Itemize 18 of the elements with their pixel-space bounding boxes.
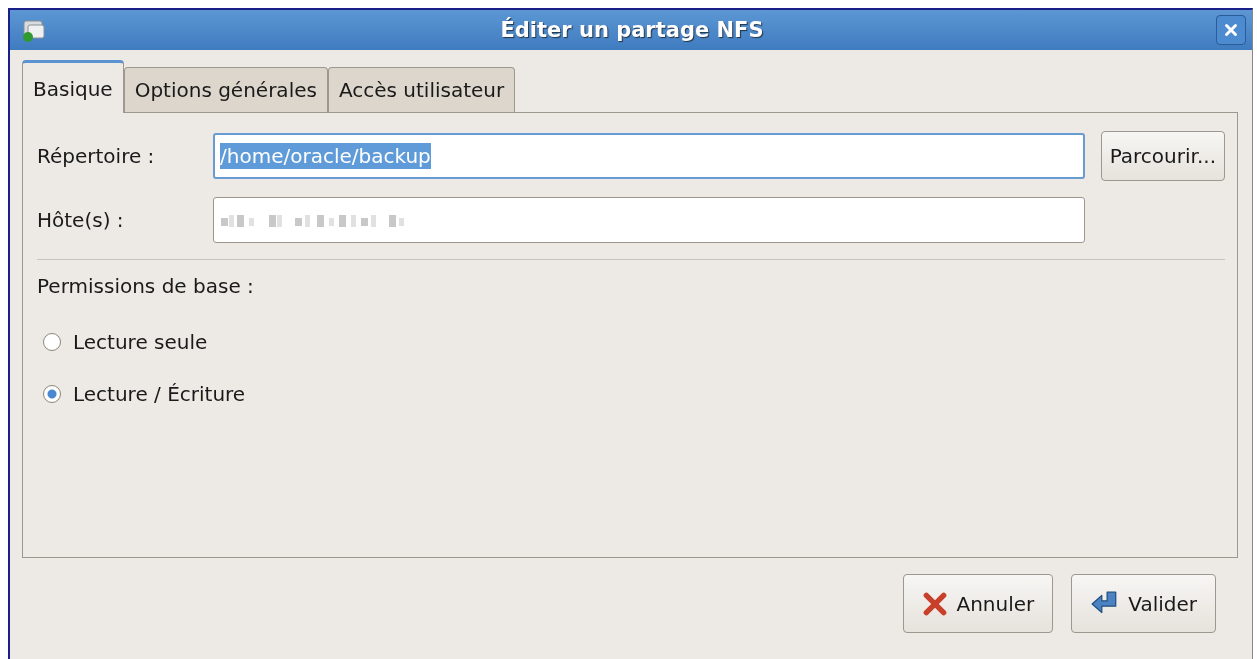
field-label: Répertoire :	[37, 144, 156, 168]
cancel-button[interactable]: Annuler	[903, 574, 1054, 633]
radio-option[interactable]: Lecture / Écriture	[37, 368, 1225, 420]
close-icon	[1222, 21, 1240, 39]
close-button[interactable]	[1216, 15, 1246, 45]
cross-icon	[922, 590, 949, 617]
radio-button[interactable]	[43, 333, 61, 351]
tab[interactable]: Basique	[22, 60, 124, 113]
browse-button[interactable]: Parcourir...	[1100, 131, 1225, 181]
window-title: Éditer un partage NFS	[499, 18, 765, 42]
radio-button[interactable]	[43, 385, 61, 403]
radio-option[interactable]: Lecture seule	[37, 316, 1225, 368]
ok-button[interactable]: Valider	[1071, 574, 1216, 633]
tab[interactable]: Options générales	[123, 67, 328, 112]
tab[interactable]: Accès utilisateur	[327, 67, 516, 112]
field-label: Hôte(s) :	[37, 208, 125, 232]
input-field[interactable]	[213, 197, 1085, 243]
section-heading: Permissions de base :	[37, 274, 255, 298]
